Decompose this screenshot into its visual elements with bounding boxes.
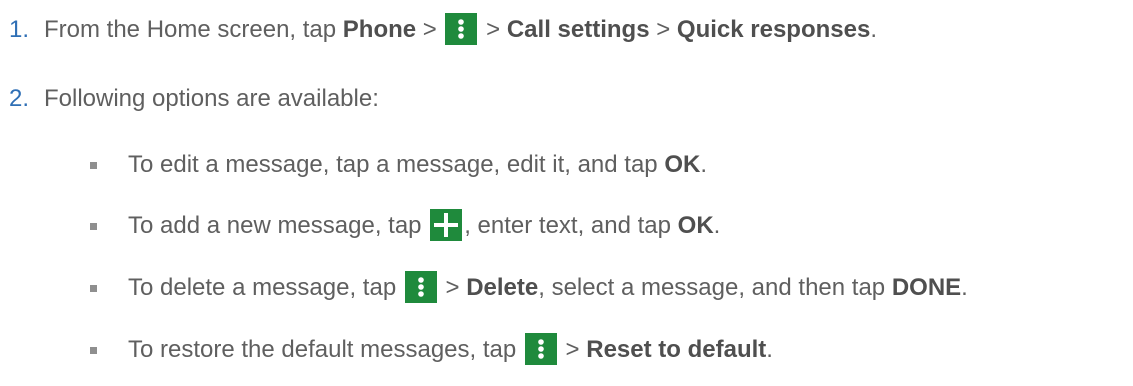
text-segment: > xyxy=(479,16,507,43)
option-text: To restore the default messages, tap > R… xyxy=(128,332,773,367)
bullet xyxy=(90,162,97,169)
text-segment: To restore the default messages, tap xyxy=(128,336,523,363)
step-text: Following options are available: xyxy=(44,83,379,115)
bold-term: Reset to default xyxy=(586,336,767,363)
text-segment: > xyxy=(558,336,587,363)
more-options-icon xyxy=(445,12,478,45)
option-text: To edit a message, tap a message, edit i… xyxy=(128,149,707,181)
add-icon xyxy=(430,208,463,241)
step-number: 1. xyxy=(9,16,30,43)
bold-term: DONE xyxy=(891,274,962,301)
more-options-icon xyxy=(404,270,437,303)
step-text: From the Home screen, tap Phone > > Call… xyxy=(44,12,877,47)
option-text: To delete a message, tap > Delete, selec… xyxy=(128,270,968,305)
bold-term: Delete xyxy=(466,274,539,301)
text-segment: . xyxy=(713,212,721,239)
text-segment: > xyxy=(438,274,467,301)
bold-term: Quick responses xyxy=(676,16,871,43)
text-segment: , enter text, and tap xyxy=(464,212,678,239)
text-segment: > xyxy=(649,16,677,43)
bullet xyxy=(90,223,97,230)
step-number: 2. xyxy=(9,85,30,112)
bullet xyxy=(90,285,97,292)
text-segment: To add a new message, tap xyxy=(128,212,429,239)
text-segment: Following options are available: xyxy=(44,85,379,112)
text-segment: . xyxy=(870,16,877,43)
option-text: To add a new message, tap , enter text, … xyxy=(128,208,721,243)
text-segment: To delete a message, tap xyxy=(128,274,403,301)
bold-term: Call settings xyxy=(506,16,650,43)
text-segment: > xyxy=(416,16,444,43)
bold-term: OK xyxy=(664,151,701,178)
bold-term: OK xyxy=(677,212,714,239)
text-segment: . xyxy=(766,336,773,363)
text-segment: From the Home screen, tap xyxy=(44,16,343,43)
text-segment: . xyxy=(961,274,968,301)
more-options-icon xyxy=(524,332,557,365)
bullet xyxy=(90,347,97,354)
text-segment: To edit a message, tap a message, edit i… xyxy=(128,151,665,178)
text-segment: , select a message, and then tap xyxy=(538,274,892,301)
text-segment: . xyxy=(700,151,707,178)
bold-term: Phone xyxy=(342,16,417,43)
